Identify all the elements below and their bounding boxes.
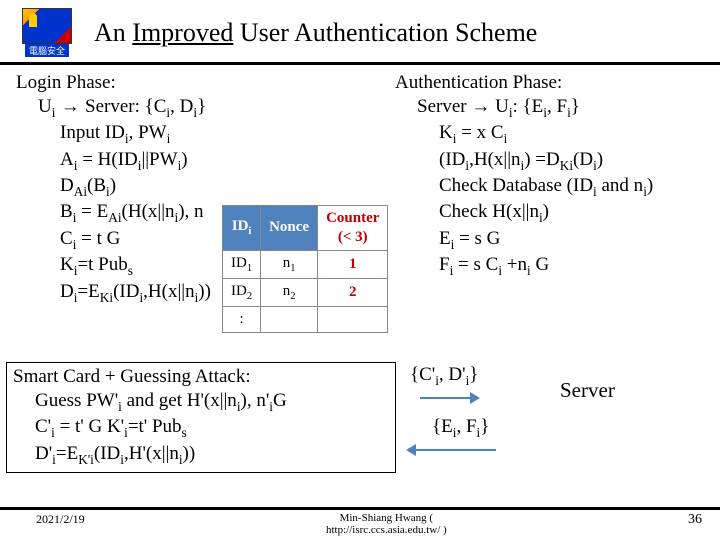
nonce-counter-table: IDi Nonce Counter(< 3) ID1 n1 1 ID2 n2 2… (222, 205, 388, 333)
table-row: ID2 n2 2 (223, 278, 388, 306)
slide-content: Login Phase: Ui → Server: {Ci, Di} Input… (0, 65, 720, 71)
attack-line-3: C'i = t' G K'i=t' Pubs (35, 415, 387, 441)
auth-heading: Authentication Phase: (395, 71, 715, 95)
th-counter: Counter(< 3) (318, 206, 388, 251)
th-nonce: Nonce (261, 206, 318, 251)
attack-line-1: Smart Card + Guessing Attack: (13, 365, 387, 389)
auth-line-4: Check Database (IDi and ni) (439, 174, 715, 200)
table-row: ID1 n1 1 (223, 250, 388, 278)
message-cd: {C'i, D'i} (410, 364, 478, 389)
security-logo-icon (22, 8, 72, 44)
footer-date: 2021/2/19 (36, 512, 85, 527)
auth-line-2: Ki = x Ci (439, 121, 715, 147)
logo-label: 電腦安全 (25, 44, 69, 57)
login-heading: Login Phase: (16, 71, 366, 95)
slide-header: 電腦安全 An Improved User Authentication Sch… (0, 0, 720, 65)
auth-phase-column: Authentication Phase: Server → Ui: {Ei, … (395, 71, 715, 280)
table-row: : (223, 306, 388, 332)
login-line-3: Ai = H(IDi||PWi) (60, 148, 366, 174)
footer-author: Min-Shiang Hwang (http://isrc.ccs.asia.e… (326, 512, 447, 536)
login-line-1: Ui → Server: {Ci, Di} (38, 95, 366, 121)
th-id: IDi (223, 206, 261, 251)
message-ef: {Ei, Fi} (432, 416, 489, 441)
auth-line-5: Check H(x||ni) (439, 200, 715, 226)
attack-line-4: D'i=EK'i(IDi,H'(x||ni)) (35, 442, 387, 468)
arrow-right-icon (420, 390, 480, 408)
auth-line-3: (IDi,H(x||ni) =DKi(Di) (439, 148, 715, 174)
footer-page-number: 36 (688, 512, 702, 528)
arrow-left-icon (406, 442, 496, 460)
table-header-row: IDi Nonce Counter(< 3) (223, 206, 388, 251)
server-label: Server (560, 378, 615, 403)
attack-line-2: Guess PW'i and get H'(x||ni), n'iG (35, 389, 387, 415)
logo: 電腦安全 (12, 8, 82, 58)
auth-line-7: Fi = s Ci +ni G (439, 253, 715, 279)
slide-title: An Improved User Authentication Scheme (94, 18, 537, 48)
login-line-2: Input IDi, PWi (60, 121, 366, 147)
slide-footer: 2021/2/19 Min-Shiang Hwang (http://isrc.… (0, 507, 720, 536)
attack-box: Smart Card + Guessing Attack: Guess PW'i… (6, 362, 396, 473)
auth-line-6: Ei = s G (439, 227, 715, 253)
login-line-4: DAi(Bi) (60, 174, 366, 200)
auth-line-1: Server → Ui: {Ei, Fi} (417, 95, 715, 121)
